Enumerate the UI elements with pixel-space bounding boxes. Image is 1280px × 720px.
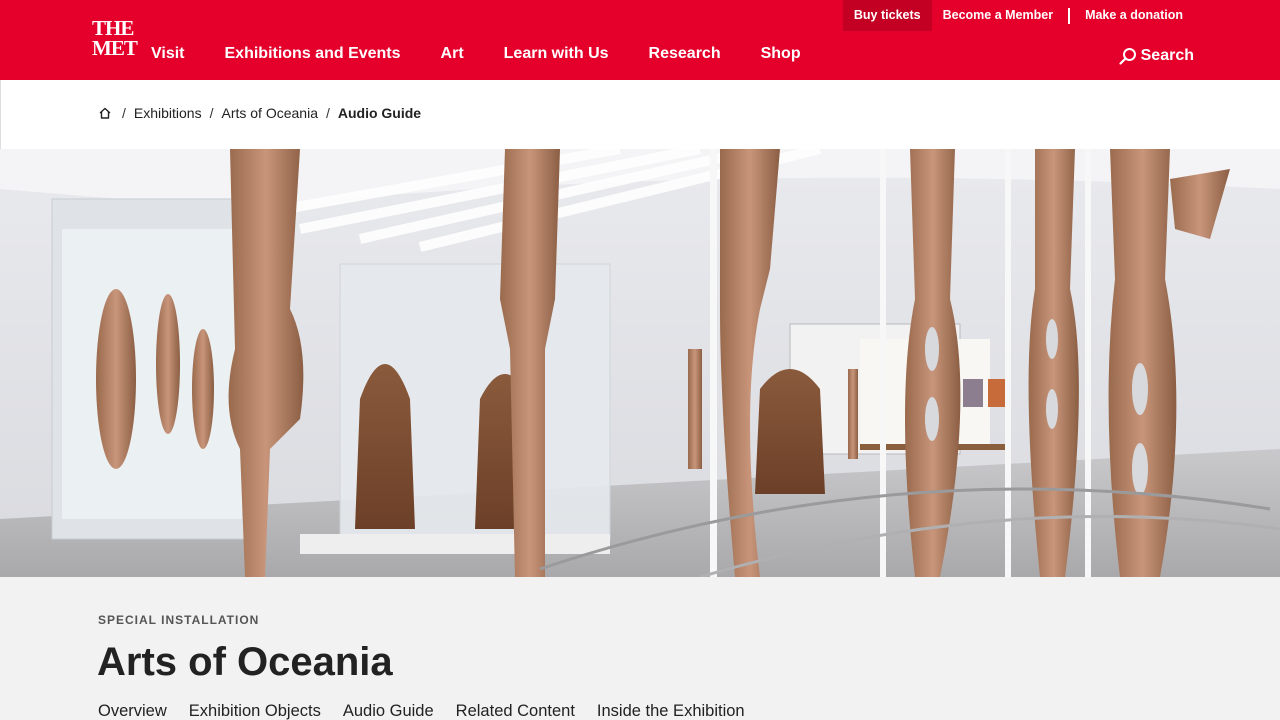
nav-visit[interactable]: Visit [151, 45, 185, 63]
tab-audio-guide[interactable]: Audio Guide [343, 702, 434, 720]
search-icon [1119, 48, 1136, 65]
breadcrumb-separator: / [209, 105, 214, 121]
site-header: THE MET Visit Exhibitions and Events Art… [0, 0, 1280, 80]
breadcrumb-current: Audio Guide [337, 105, 422, 121]
page-title: Arts of Oceania [97, 640, 393, 684]
buy-tickets-link[interactable]: Buy tickets [842, 0, 932, 31]
nav-shop[interactable]: Shop [761, 45, 801, 63]
become-member-link[interactable]: Become a Member [932, 0, 1064, 31]
exhibition-type-label: SPECIAL INSTALLATION [98, 613, 260, 627]
exhibition-tabs: Overview Exhibition Objects Audio Guide … [98, 702, 767, 720]
utility-nav: Buy tickets Become a Member Make a donat… [842, 0, 1194, 31]
breadcrumb-bar: / Exhibitions / Arts of Oceania / Audio … [0, 80, 1280, 149]
logo-line-2: MET [92, 36, 138, 60]
main-nav: Visit Exhibitions and Events Art Learn w… [151, 45, 841, 63]
nav-learn-with-us[interactable]: Learn with Us [504, 45, 609, 63]
tab-related-content[interactable]: Related Content [456, 702, 575, 720]
home-icon[interactable] [98, 106, 112, 120]
tab-exhibition-objects[interactable]: Exhibition Objects [189, 702, 321, 720]
make-donation-link[interactable]: Make a donation [1074, 0, 1194, 31]
utility-divider [1068, 7, 1071, 24]
gallery-illustration [0, 149, 1280, 577]
search-button[interactable]: Search [1119, 47, 1194, 65]
tab-inside-the-exhibition[interactable]: Inside the Exhibition [597, 702, 745, 720]
breadcrumb-arts-of-oceania[interactable]: Arts of Oceania [221, 105, 318, 121]
met-logo[interactable]: THE MET [92, 16, 138, 62]
breadcrumb-exhibitions[interactable]: Exhibitions [134, 105, 202, 121]
search-label: Search [1140, 47, 1194, 64]
breadcrumb-separator: / [325, 105, 330, 121]
tab-overview[interactable]: Overview [98, 702, 167, 720]
hero-image [0, 149, 1280, 577]
logo-line-1: THE [92, 16, 134, 40]
nav-research[interactable]: Research [649, 45, 721, 63]
nav-exhibitions-and-events[interactable]: Exhibitions and Events [225, 45, 401, 63]
breadcrumb-separator: / [122, 105, 126, 121]
nav-art[interactable]: Art [441, 45, 464, 63]
breadcrumb: / Exhibitions / Arts of Oceania / Audio … [98, 105, 421, 121]
